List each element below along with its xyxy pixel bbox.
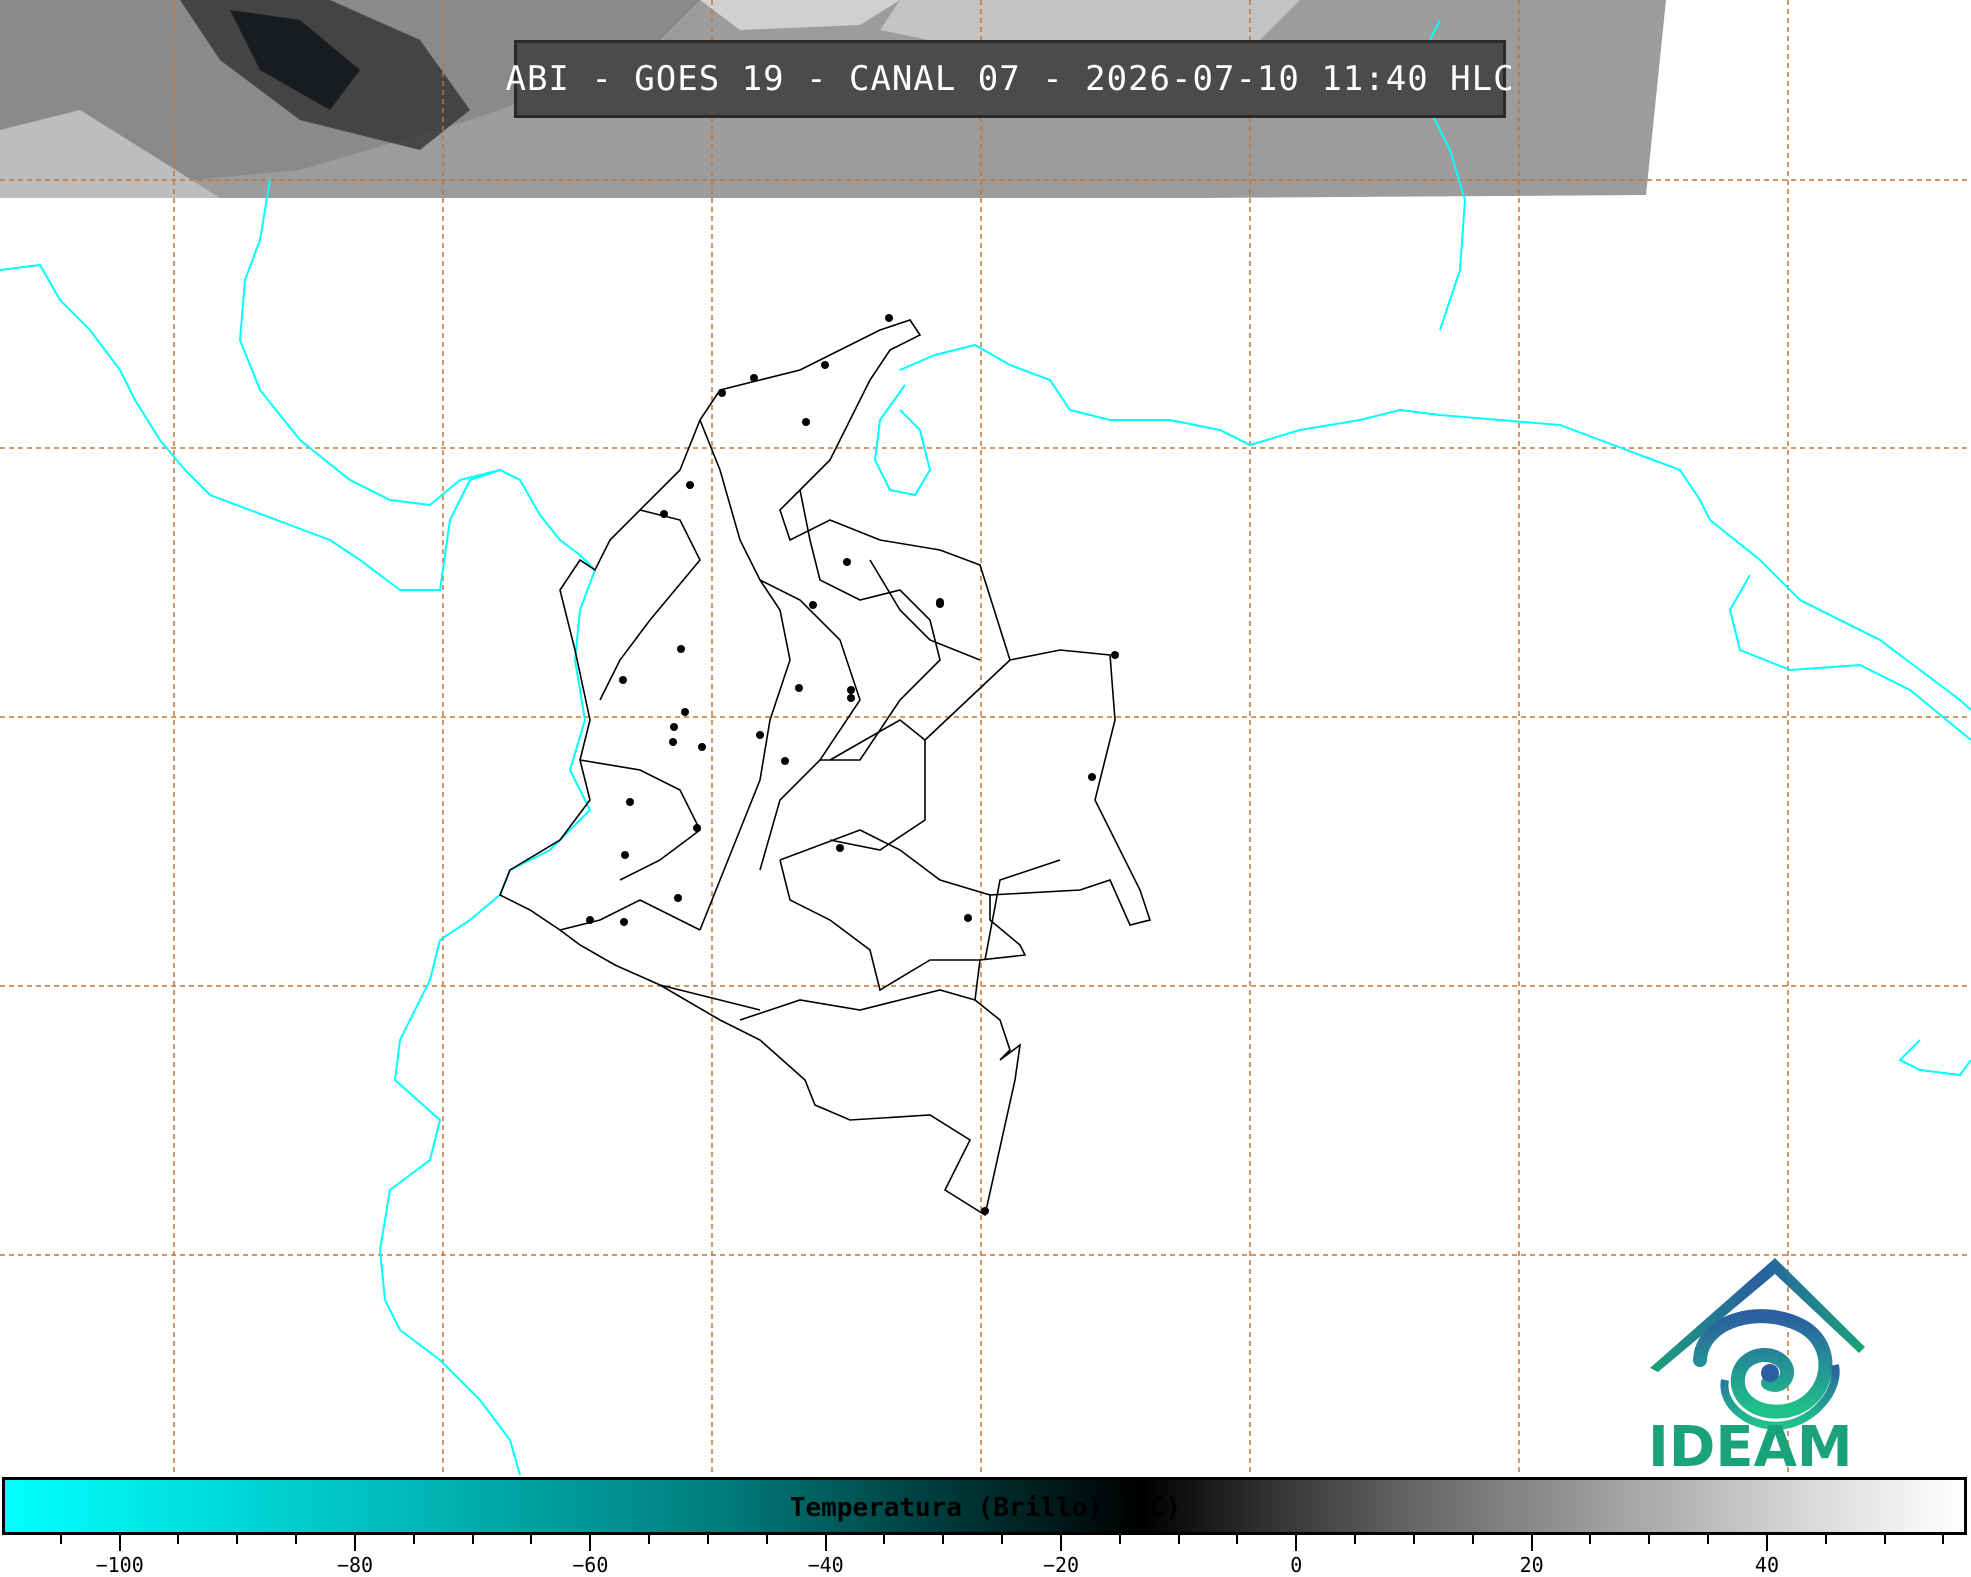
colorbar-tick-label: −40 bbox=[807, 1553, 844, 1577]
colorbar-major-tick bbox=[118, 1535, 121, 1551]
colorbar-tick-label: −60 bbox=[572, 1553, 609, 1577]
colorbar-minor-tick bbox=[1883, 1535, 1886, 1544]
colorbar-major-tick bbox=[1295, 1535, 1298, 1551]
colorbar-minor-tick bbox=[765, 1535, 768, 1544]
colorbar-minor-tick bbox=[1412, 1535, 1415, 1544]
colorbar-minor-tick bbox=[412, 1535, 415, 1544]
colorbar-minor-tick bbox=[1942, 1535, 1945, 1544]
colorbar-tick-label: 20 bbox=[1519, 1553, 1544, 1577]
colorbar-minor-tick bbox=[1118, 1535, 1121, 1544]
colombia-borders bbox=[498, 319, 1152, 1217]
colorbar-tick-label: −20 bbox=[1042, 1553, 1080, 1577]
colorbar-minor-tick bbox=[1236, 1535, 1239, 1544]
colorbar-tick-label: 0 bbox=[1290, 1553, 1303, 1577]
map-title: ABI - GOES 19 - CANAL 07 - 2026-07-10 11… bbox=[505, 40, 1514, 118]
colorbar-major-tick bbox=[824, 1535, 827, 1551]
colorbar-tick-label: 40 bbox=[1754, 1553, 1780, 1577]
colorbar-minor-tick bbox=[236, 1535, 239, 1544]
colorbar-major-tick bbox=[353, 1535, 356, 1551]
colorbar-major-tick bbox=[1765, 1535, 1768, 1551]
colorbar-minor-tick bbox=[471, 1535, 474, 1544]
ideam-logo-text: IDEAM bbox=[1648, 1415, 1853, 1480]
colorbar-minor-tick bbox=[1707, 1535, 1710, 1544]
colorbar-major-tick bbox=[1530, 1535, 1533, 1551]
colorbar-minor-tick bbox=[59, 1535, 62, 1544]
colorbar-minor-tick bbox=[942, 1535, 945, 1544]
colorbar-minor-tick bbox=[530, 1535, 533, 1544]
colorbar-minor-tick bbox=[706, 1535, 709, 1544]
colorbar-minor-tick bbox=[1471, 1535, 1474, 1544]
colorbar-major-tick bbox=[589, 1535, 592, 1551]
colorbar: Temperatura (Brillo) (°C) −100 −80 −60 −40 −… bbox=[0, 1475, 1971, 1577]
colorbar-minor-tick bbox=[1001, 1535, 1004, 1544]
colorbar-tick-label: −100 bbox=[95, 1553, 144, 1577]
colorbar-minor-tick bbox=[883, 1535, 886, 1544]
city-markers bbox=[586, 314, 1119, 1215]
colorbar-label: Temperatura (Brillo) (°C) bbox=[789, 1493, 1182, 1523]
colorbar-minor-tick bbox=[1589, 1535, 1592, 1544]
colorbar-minor-tick bbox=[1824, 1535, 1827, 1544]
colorbar-minor-tick bbox=[177, 1535, 180, 1544]
colorbar-minor-tick bbox=[1354, 1535, 1357, 1544]
colorbar-minor-tick bbox=[1648, 1535, 1651, 1544]
colorbar-minor-tick bbox=[648, 1535, 651, 1544]
colorbar-tick-label: −80 bbox=[336, 1553, 374, 1577]
colorbar-major-tick bbox=[1059, 1535, 1062, 1551]
colorbar-minor-tick bbox=[295, 1535, 298, 1544]
colorbar-minor-tick bbox=[1177, 1535, 1180, 1544]
